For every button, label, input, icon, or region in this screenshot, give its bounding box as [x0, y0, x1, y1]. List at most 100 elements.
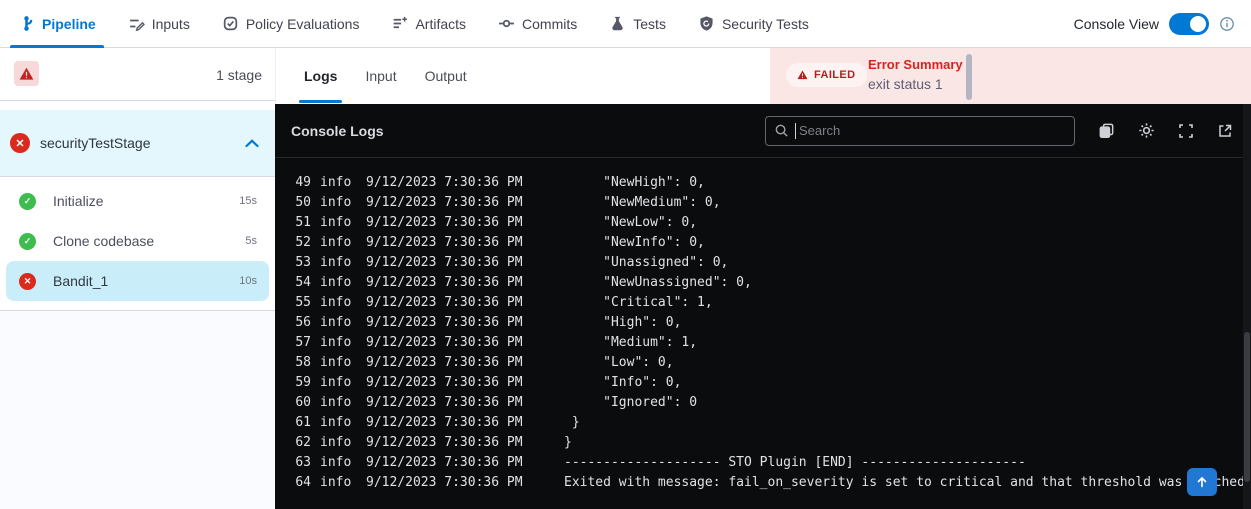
tab-input[interactable]: Input — [365, 48, 396, 104]
log-level: info — [320, 213, 352, 233]
log-timestamp: 9/12/2023 7:30:36 PM — [366, 233, 524, 253]
tab-inputs[interactable]: Inputs — [128, 0, 190, 48]
log-message: "High": 0, — [564, 313, 681, 333]
tab-label: Artifacts — [415, 16, 466, 32]
log-line-number: 61 — [291, 413, 311, 433]
log-line: 52 info 9/12/2023 7:30:36 PM "NewInfo": 0, — [275, 233, 1251, 253]
error-summary-title: Error Summary — [868, 56, 963, 74]
log-line-number: 50 — [291, 193, 311, 213]
log-level: info — [320, 313, 352, 333]
log-line: 53info9/12/2023 7:30:36 PM "Unassigned":… — [275, 253, 1251, 273]
log-message: "Unassigned": 0, — [564, 253, 728, 273]
step-list: ✓ Initialize 15s ✓ Clone codebase 5s ✕ B… — [0, 178, 275, 310]
toggle-knob — [1190, 16, 1206, 32]
log-line: 50info9/12/2023 7:30:36 PM "NewMedium": … — [275, 193, 1251, 213]
tab-artifacts[interactable]: Artifacts — [391, 0, 466, 48]
stage-failed-icon: ✕ — [10, 133, 30, 153]
log-level: info — [320, 473, 352, 493]
sidebar-summary-bar: 1 stage — [0, 48, 275, 101]
step-duration: 5s — [245, 235, 257, 247]
log-level: info — [320, 373, 352, 393]
open-in-new-window-icon[interactable] — [1217, 123, 1233, 139]
log-message: } — [564, 433, 572, 453]
tab-logs[interactable]: Logs — [304, 48, 337, 104]
step-duration: 15s — [239, 195, 257, 207]
chevron-up-icon[interactable] — [245, 139, 259, 148]
log-level: info — [320, 453, 352, 473]
log-timestamp: 9/12/2023 7:30:36 PM — [366, 453, 524, 473]
log-message: "NewInfo": 0, — [564, 233, 705, 253]
step-duration: 10s — [239, 275, 257, 287]
log-timestamp: 9/12/2023 7:30:36 PM — [366, 473, 524, 493]
log-line-number: 59 — [291, 373, 311, 393]
pipeline-icon — [18, 15, 35, 32]
log-level: info — [320, 233, 352, 253]
error-banner-scrollbar[interactable] — [966, 54, 972, 100]
console-title: Console Logs — [291, 123, 384, 139]
console-view-toggle[interactable] — [1169, 13, 1209, 35]
step-bandit-1[interactable]: ✕ Bandit_1 10s — [6, 261, 269, 301]
scroll-to-top-button[interactable] — [1187, 468, 1217, 496]
log-level: info — [320, 193, 352, 213]
info-icon[interactable] — [1219, 16, 1235, 32]
log-message: Exited with message: fail_on_severity is… — [564, 473, 1245, 493]
settings-gear-icon[interactable] — [1138, 122, 1155, 139]
console-view-label: Console View — [1074, 16, 1159, 32]
step-detail-tabs: Logs Input Output — [275, 48, 770, 104]
console-panel: Console Logs 49 info 9/12/2023 7:30:36 PM … — [275, 104, 1251, 509]
tab-pipeline[interactable]: Pipeline — [18, 0, 96, 48]
step-initialize[interactable]: ✓ Initialize 15s — [6, 181, 269, 221]
stage-row-securityteststage[interactable]: ✕ securityTestStage — [0, 110, 275, 177]
tab-tests[interactable]: Tests — [609, 0, 666, 48]
failed-cross-icon: ✕ — [19, 273, 36, 290]
tab-label: Commits — [522, 16, 577, 32]
log-timestamp: 9/12/2023 7:30:36 PM — [366, 213, 524, 233]
log-line-number: 64 — [291, 473, 311, 493]
log-message: "Low": 0, — [564, 353, 674, 373]
policy-check-icon — [222, 15, 239, 32]
commit-icon — [498, 15, 515, 32]
log-level: info — [320, 293, 352, 313]
log-line-number: 58 — [291, 353, 311, 373]
log-timestamp: 9/12/2023 7:30:36 PM — [366, 413, 524, 433]
log-level: info — [320, 173, 352, 193]
log-line: 58info9/12/2023 7:30:36 PM "Low": 0, — [275, 353, 1251, 373]
console-header: Console Logs — [275, 104, 1251, 158]
log-line-number: 49 — [291, 173, 311, 193]
console-scrollbar-thumb[interactable] — [1244, 332, 1250, 482]
tab-label: Tests — [633, 16, 666, 32]
error-summary: Error Summary exit status 1 — [868, 56, 963, 94]
log-line-number: 57 — [291, 333, 311, 353]
log-line: 54info9/12/2023 7:30:36 PM "NewUnassigne… — [275, 273, 1251, 293]
log-line: 62info9/12/2023 7:30:36 PM} — [275, 433, 1251, 453]
tab-policy-evaluations[interactable]: Policy Evaluations — [222, 0, 360, 48]
log-line: 61info9/12/2023 7:30:36 PM } — [275, 413, 1251, 433]
search-icon — [774, 123, 789, 138]
log-lines[interactable]: 49 info 9/12/2023 7:30:36 PM "NewHigh": 0,… — [275, 158, 1251, 509]
log-search-box[interactable] — [765, 116, 1075, 146]
log-line: 55info9/12/2023 7:30:36 PM "Critical": 1… — [275, 293, 1251, 313]
log-message: } — [564, 413, 580, 433]
copy-logs-icon[interactable] — [1098, 122, 1115, 139]
log-line: 63info9/12/2023 7:30:36 PM--------------… — [275, 453, 1251, 473]
stage-count-label: 1 stage — [216, 48, 262, 101]
log-timestamp: 9/12/2023 7:30:36 PM — [366, 393, 524, 413]
log-line-number: 55 — [291, 293, 311, 313]
top-nav: Pipeline Inputs Policy Evaluations Artif… — [0, 0, 1251, 48]
tab-security-tests[interactable]: Security Tests — [698, 0, 809, 48]
tab-commits[interactable]: Commits — [498, 0, 577, 48]
log-message: "NewUnassigned": 0, — [564, 273, 752, 293]
step-clone-codebase[interactable]: ✓ Clone codebase 5s — [6, 221, 269, 261]
log-line-number: 52 — [291, 233, 311, 253]
log-line: 49info9/12/2023 7:30:36 PM "NewHigh": 0, — [275, 173, 1251, 193]
log-line-number: 53 — [291, 253, 311, 273]
failed-badge-label: FAILED — [814, 69, 856, 81]
console-scrollbar[interactable] — [1243, 104, 1251, 509]
search-input[interactable] — [795, 123, 1066, 139]
fullscreen-icon[interactable] — [1178, 123, 1194, 139]
log-line-number: 51 — [291, 213, 311, 233]
tab-output[interactable]: Output — [425, 48, 467, 104]
log-timestamp: 9/12/2023 7:30:36 PM — [366, 313, 524, 333]
log-line: 59info9/12/2023 7:30:36 PM "Info": 0, — [275, 373, 1251, 393]
log-message: "NewHigh": 0, — [564, 173, 705, 193]
